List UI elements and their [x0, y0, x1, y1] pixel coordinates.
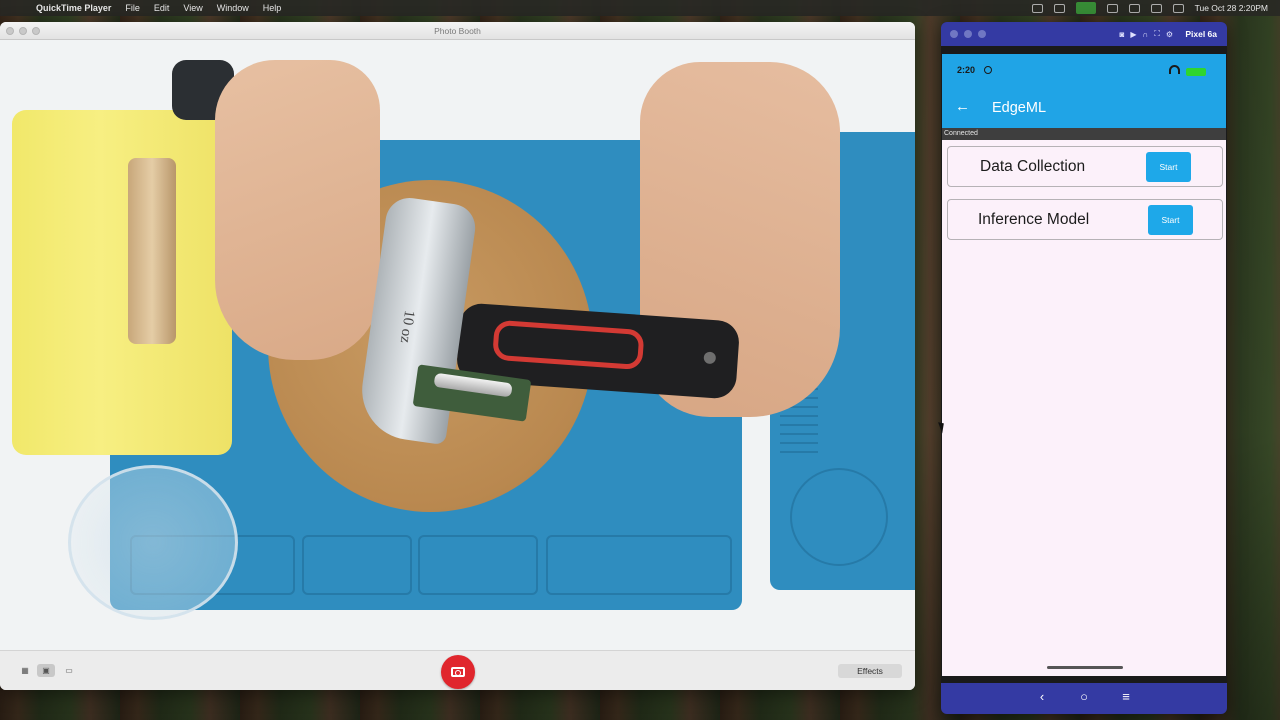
nav-home-icon[interactable]: ○ [1074, 689, 1094, 704]
app-bar: ← EdgeML [942, 90, 1226, 128]
menu-clock[interactable]: Tue Oct 28 2:20PM [1195, 3, 1268, 13]
photo-booth-titlebar[interactable]: Photo Booth [0, 22, 915, 40]
back-arrow-icon[interactable]: ← [955, 98, 970, 115]
glass-cup [68, 465, 238, 620]
menu-window[interactable]: Window [217, 3, 249, 13]
handle-grip-accent [492, 319, 645, 371]
menu-bar-status-area: Tue Oct 28 2:20PM [1031, 0, 1268, 16]
screenshot-icon[interactable]: ◙ [1119, 30, 1124, 39]
android-emulator-window: ◙ ▶ ∩ ⛶ ⚙ Pixel 6a 2:20 ← EdgeML Connect… [941, 22, 1227, 714]
inference-model-card: Inference Model Start [947, 199, 1223, 240]
record-status-icon[interactable] [1031, 3, 1043, 13]
inference-model-start-button[interactable]: Start [1148, 205, 1193, 235]
grid-view-icon[interactable]: ▦ [16, 664, 34, 677]
photo-booth-toolbar: ▦ ▣ ▭ Effects [0, 650, 915, 690]
handle-hole [703, 351, 717, 365]
data-collection-start-button[interactable]: Start [1146, 152, 1191, 182]
bluetooth-icon[interactable] [1128, 3, 1140, 13]
connection-status: Connected [942, 128, 1226, 140]
close-window-button[interactable] [6, 27, 14, 35]
emulator-close-button[interactable] [950, 30, 958, 38]
menu-help[interactable]: Help [263, 3, 282, 13]
android-status-bar: 2:20 [942, 54, 1226, 90]
window-title: Photo Booth [434, 26, 481, 36]
single-photo-icon[interactable]: ▣ [37, 664, 55, 677]
settings-icon[interactable]: ⚙ [1166, 30, 1173, 39]
app-title: EdgeML [992, 100, 1047, 116]
wifi-icon[interactable] [1172, 3, 1184, 13]
effects-button[interactable]: Effects [838, 664, 902, 678]
battery-icon[interactable] [1150, 3, 1162, 13]
emulator-tools: ◙ ▶ ∩ ⛶ ⚙ [1119, 22, 1173, 46]
menu-file[interactable]: File [125, 3, 140, 13]
device-name: Pixel 6a [1185, 29, 1217, 39]
gesture-handle[interactable] [1047, 666, 1123, 669]
record-icon[interactable]: ▶ [1130, 30, 1136, 39]
nav-menu-icon[interactable]: ≡ [1116, 689, 1136, 704]
screen-share-icon[interactable] [1053, 3, 1065, 13]
photo-booth-window: Photo Booth 10 oz ▦ ▣ ▭ Effects [0, 22, 915, 690]
inference-model-label: Inference Model [978, 211, 1090, 228]
zoom-window-button[interactable] [32, 27, 40, 35]
emulator-zoom-button[interactable] [978, 30, 986, 38]
video-mode-icon[interactable]: ▭ [60, 664, 78, 677]
wifi-signal-icon [1169, 65, 1180, 74]
yellow-towel [12, 110, 232, 455]
android-nav-bar: ‹ ○ ≡ [941, 683, 1227, 714]
menu-view[interactable]: View [183, 3, 202, 13]
emulator-minimize-button[interactable] [964, 30, 972, 38]
fullscreen-icon[interactable]: ⛶ [1154, 29, 1160, 39]
battery-cell [433, 372, 513, 398]
wooden-dowel [128, 158, 176, 344]
headphones-icon[interactable]: ∩ [1142, 30, 1148, 39]
phone-battery-icon [1186, 68, 1206, 76]
camera-icon [451, 667, 465, 677]
left-hand [215, 60, 380, 360]
camera-preview: 10 oz [0, 40, 915, 672]
minimize-window-button[interactable] [19, 27, 27, 35]
status-time: 2:20 [957, 65, 976, 75]
location-icon [984, 66, 992, 74]
emulator-titlebar[interactable]: ◙ ▶ ∩ ⛶ ⚙ Pixel 6a [941, 22, 1227, 46]
camera-in-use-icon[interactable] [1075, 2, 1096, 14]
data-collection-label: Data Collection [980, 158, 1086, 175]
phone-screen: 2:20 ← EdgeML Connected Data Collection … [942, 54, 1226, 676]
menu-edit[interactable]: Edit [154, 3, 170, 13]
menu-bar: QuickTime Player File Edit View Window H… [0, 0, 1280, 16]
control-center-icon[interactable] [1106, 3, 1118, 13]
nav-back-icon[interactable]: ‹ [1032, 689, 1052, 704]
data-collection-card: Data Collection Start [947, 146, 1223, 187]
menu-app-name[interactable]: QuickTime Player [36, 3, 111, 13]
take-photo-button[interactable] [441, 655, 475, 689]
mat-circle [790, 468, 888, 566]
